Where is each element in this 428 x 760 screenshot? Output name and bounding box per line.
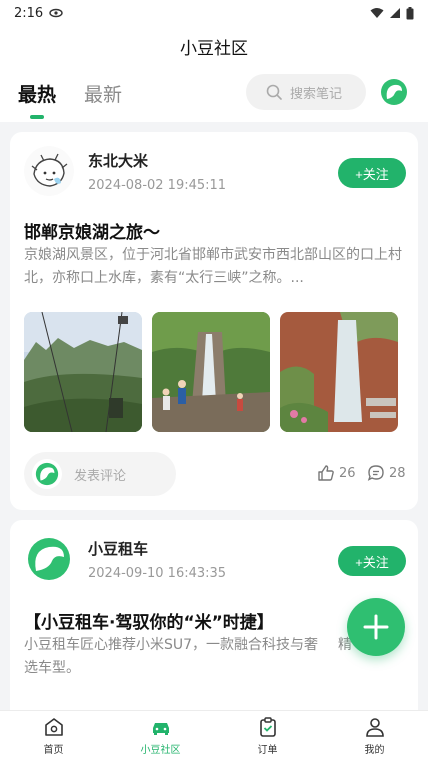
comment-placeholder: 发表评论: [74, 468, 127, 484]
search-icon: [266, 84, 282, 100]
plus-icon: [363, 614, 389, 640]
nav-item-home[interactable]: 首页: [0, 711, 107, 760]
bottom-nav: 首页 小豆社区 订单 我的: [0, 710, 428, 760]
status-time: 2:16: [14, 5, 44, 21]
search-input[interactable]: 搜索笔记: [246, 74, 366, 110]
like-button[interactable]: 26: [317, 464, 356, 482]
comment-button[interactable]: 28: [367, 464, 406, 482]
battery-icon: [406, 6, 414, 19]
post-photo-waterfall-crowd[interactable]: [152, 312, 270, 432]
brand-avatar-icon: [24, 534, 74, 584]
post-body[interactable]: 京娘湖风景区，位于河北省邯郸市武安市西北部山区的口上村北，亦称口上水库，素有“太…: [24, 244, 404, 290]
comment-bubble-icon: [367, 465, 384, 481]
nav-label-home: 首页: [43, 744, 64, 756]
nav-label-profile: 我的: [364, 744, 385, 756]
feed-tabs: 最热 最新: [18, 80, 122, 107]
community-icon: [152, 722, 169, 735]
post-body-line-1: 小豆租车匠心推荐小米SU7，一款融合科技与奢: [24, 637, 319, 653]
search-placeholder: 搜索笔记: [290, 86, 343, 102]
nav-item-orders[interactable]: 订单: [214, 711, 321, 760]
post-date: 2024-08-02 19:45:11: [88, 178, 227, 193]
avatar-illustration-icon: [24, 146, 74, 196]
status-bar: 2:16: [0, 0, 428, 26]
comment-input[interactable]: 发表评论: [24, 452, 176, 496]
tab-latest[interactable]: 最新: [84, 80, 122, 107]
post-photo-red-cliff-waterfall[interactable]: [280, 312, 398, 432]
post-body-line-2: 选车型。: [24, 660, 80, 676]
app-header: 小豆社区 最热 最新 搜索笔记: [0, 26, 428, 122]
post-body[interactable]: 小豆租车匠心推荐小米SU7，一款融合科技与奢精 选车型。: [24, 634, 404, 680]
create-post-button[interactable]: [347, 598, 405, 656]
brand-logo-small-icon: [32, 459, 62, 489]
page-title: 小豆社区: [180, 39, 248, 59]
order-icon: [259, 716, 276, 737]
like-count: 26: [339, 465, 356, 481]
home-icon: [44, 717, 63, 736]
tab-hottest[interactable]: 最热: [18, 80, 56, 107]
thumbs-up-icon: [318, 465, 334, 481]
post-date: 2024-09-10 16:43:35: [88, 566, 227, 581]
comment-count: 28: [389, 465, 406, 481]
post-photo-cable-car[interactable]: [24, 312, 142, 432]
post-card[interactable]: 东北大米 2024-08-02 19:45:11 +关注 邯郸京娘湖之旅～ 京娘…: [10, 132, 418, 510]
nav-label-community: 小豆社区: [140, 744, 181, 756]
nav-item-profile[interactable]: 我的: [321, 711, 428, 760]
signal-icon: [390, 8, 400, 18]
follow-button[interactable]: +关注: [338, 546, 406, 576]
post-author[interactable]: 小豆租车: [88, 538, 148, 559]
nav-item-community[interactable]: 小豆社区: [107, 711, 214, 760]
wifi-icon: [370, 8, 384, 18]
avatar[interactable]: [24, 146, 74, 196]
post-title[interactable]: 邯郸京娘湖之旅～: [24, 218, 160, 243]
profile-icon: [365, 717, 384, 737]
post-author[interactable]: 东北大米: [88, 150, 148, 171]
nav-label-orders: 订单: [257, 744, 278, 756]
post-title[interactable]: 【小豆租车·驾驭你的“米”时捷】: [24, 608, 274, 633]
avatar[interactable]: [24, 534, 74, 584]
follow-button[interactable]: +关注: [338, 158, 406, 188]
brand-logo-icon[interactable]: [380, 78, 408, 106]
status-app-icon: [49, 8, 63, 18]
